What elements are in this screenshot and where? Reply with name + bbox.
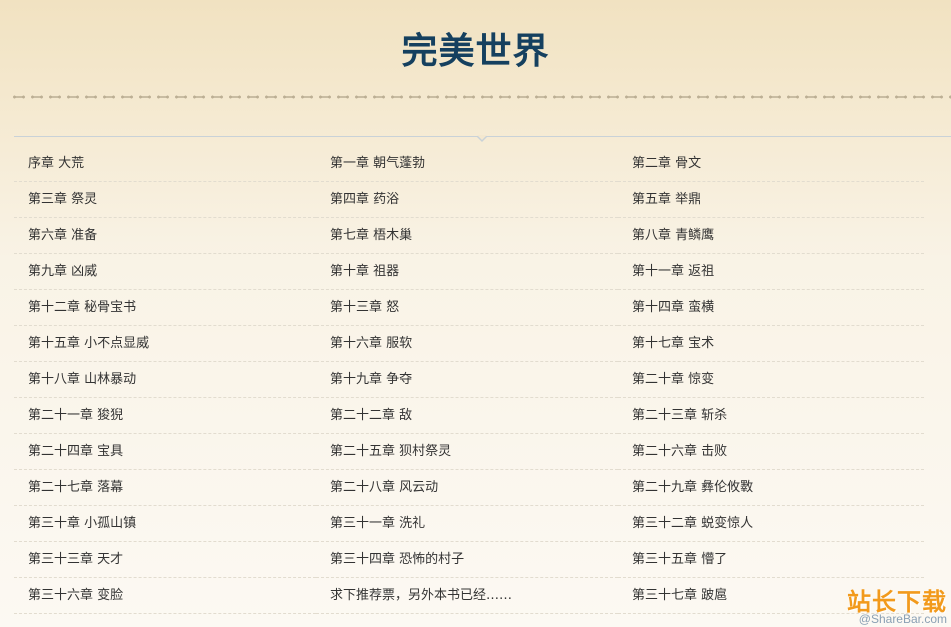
chapter-link[interactable]: 第六章 准备 bbox=[14, 218, 316, 254]
chapter-link[interactable]: 第一章 朝气蓬勃 bbox=[316, 146, 618, 182]
separator-arrow-icon bbox=[476, 135, 488, 142]
chapter-link[interactable]: 第二十八章 风云动 bbox=[316, 470, 618, 506]
chapter-link[interactable]: 第十五章 小不点显威 bbox=[14, 326, 316, 362]
chapter-link[interactable]: 第三章 祭灵 bbox=[14, 182, 316, 218]
chapter-link[interactable]: 第七章 梧木巢 bbox=[316, 218, 618, 254]
chapter-link[interactable]: 第二十五章 狈村祭灵 bbox=[316, 434, 618, 470]
chapter-link[interactable]: 第三十一章 洗礼 bbox=[316, 506, 618, 542]
chapter-link[interactable]: 第三十四章 恐怖的村子 bbox=[316, 542, 618, 578]
chapter-link[interactable]: 第二十三章 斩杀 bbox=[618, 398, 924, 434]
chapter-link[interactable]: 第十四章 蛮横 bbox=[618, 290, 924, 326]
chapter-link[interactable]: 第十六章 服软 bbox=[316, 326, 618, 362]
chapter-link[interactable]: 序章 大荒 bbox=[14, 146, 316, 182]
chapter-link[interactable]: 第三十五章 懵了 bbox=[618, 542, 924, 578]
chapter-link[interactable]: 第八章 青鳞鹰 bbox=[618, 218, 924, 254]
chapter-link[interactable]: 第十章 祖器 bbox=[316, 254, 618, 290]
chapter-link[interactable]: 第十八章 山林暴动 bbox=[14, 362, 316, 398]
chapter-link[interactable]: 第五章 举鼎 bbox=[618, 182, 924, 218]
chapter-link[interactable]: 第九章 凶威 bbox=[14, 254, 316, 290]
chapter-link[interactable]: 第三十章 小孤山镇 bbox=[14, 506, 316, 542]
chapter-link[interactable]: 第四章 药浴 bbox=[316, 182, 618, 218]
page-title: 完美世界 bbox=[401, 31, 550, 72]
chapter-link[interactable]: 第二十七章 落幕 bbox=[14, 470, 316, 506]
chapter-link[interactable]: 第二十六章 击败 bbox=[618, 434, 924, 470]
chapter-link[interactable]: 第二十章 惊变 bbox=[618, 362, 924, 398]
watermark-url: @ShareBar.com bbox=[858, 612, 947, 626]
chapter-link[interactable]: 第二十九章 彝伦攸斁 bbox=[618, 470, 924, 506]
chapter-list: 序章 大荒 第一章 朝气蓬勃 第二章 骨文第三章 祭灵 第四章 药浴 第五章 举鼎第六章… bbox=[14, 146, 924, 614]
chapter-link[interactable]: 第三十六章 变脸 bbox=[14, 578, 316, 614]
chapter-link[interactable]: 第二十一章 狻猊 bbox=[14, 398, 316, 434]
chapter-link[interactable]: 第二章 骨文 bbox=[618, 146, 924, 182]
chapter-link[interactable]: 第二十四章 宝具 bbox=[14, 434, 316, 470]
chapter-link[interactable]: 第十九章 争夺 bbox=[316, 362, 618, 398]
watermark: 站长下载 @ShareBar.com bbox=[847, 589, 947, 625]
chapter-link[interactable]: 第十二章 秘骨宝书 bbox=[14, 290, 316, 326]
decorative-divider bbox=[10, 92, 951, 102]
chapter-link[interactable]: 第三十三章 天才 bbox=[14, 542, 316, 578]
chapter-link[interactable]: 第十三章 怒 bbox=[316, 290, 618, 326]
chapter-link[interactable]: 第三十二章 蜕变惊人 bbox=[618, 506, 924, 542]
chapter-link[interactable]: 第二十二章 敌 bbox=[316, 398, 618, 434]
chapter-link[interactable]: 第十一章 返祖 bbox=[618, 254, 924, 290]
chapter-link[interactable]: 求下推荐票，另外本书已经…… bbox=[316, 578, 618, 614]
chapter-link[interactable]: 第十七章 宝术 bbox=[618, 326, 924, 362]
